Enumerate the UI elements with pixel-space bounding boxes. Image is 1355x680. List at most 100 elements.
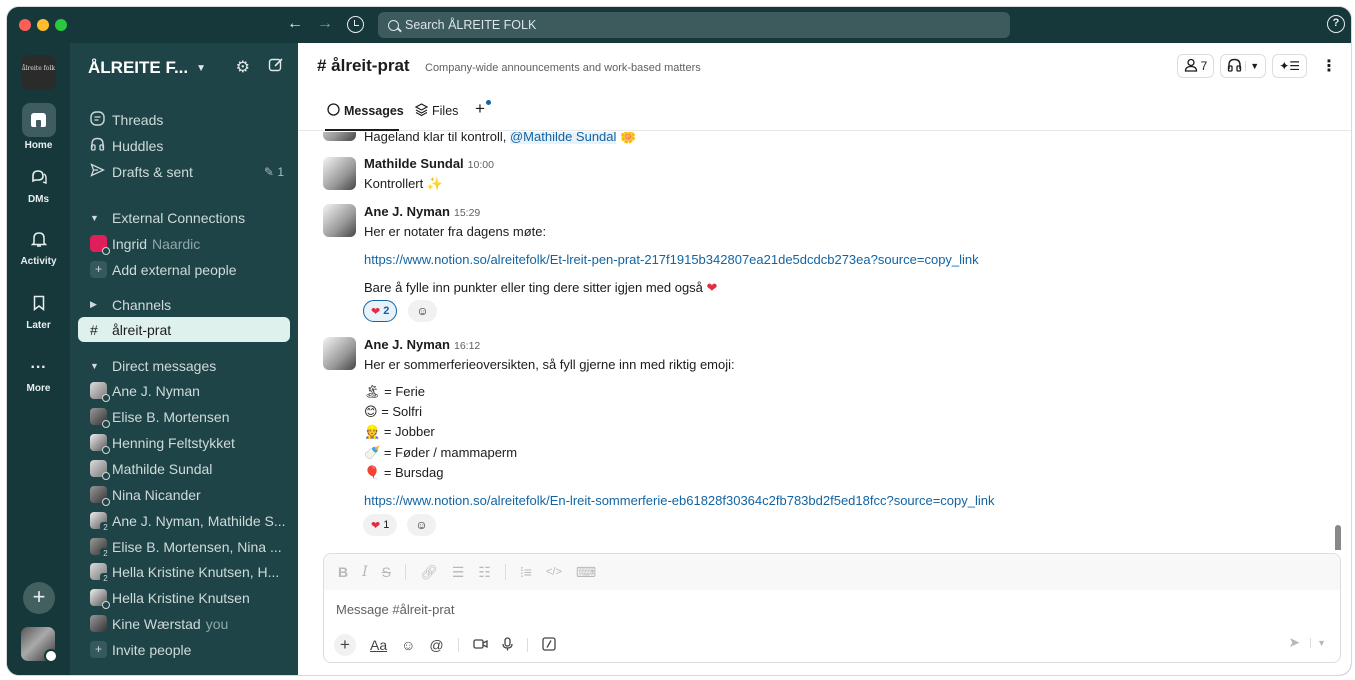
more-vertical-icon[interactable]: ⋮: [1319, 56, 1339, 76]
heart-icon: ❤: [371, 519, 381, 532]
dm-item[interactable]: Henning Feltstykket: [78, 430, 290, 455]
avatar[interactable]: [323, 204, 356, 237]
avatar[interactable]: [323, 157, 356, 190]
user-avatar[interactable]: [21, 627, 58, 663]
rail-activity[interactable]: Activity: [7, 229, 70, 267]
send-icon: [90, 163, 112, 180]
files-icon: [414, 103, 429, 119]
gear-icon[interactable]: ⚙: [236, 57, 250, 78]
add-external-people-button[interactable]: + Add external people: [78, 257, 290, 282]
legend-item: 🎈 = Bursdag: [364, 465, 444, 480]
sidebar-item-alreit-prat[interactable]: # ålreit-prat: [78, 317, 290, 342]
search-bar[interactable]: Search ÅLREITE FOLK: [378, 12, 1010, 38]
reaction-heart[interactable]: ❤ 2: [363, 300, 398, 322]
contact-name: Ingrid: [112, 235, 148, 252]
zoom-window-button[interactable]: [55, 19, 67, 31]
group-dm-item[interactable]: 2 Hella Kristine Knutsen, H...: [78, 559, 290, 584]
minimize-window-button[interactable]: [37, 19, 49, 31]
dm-item[interactable]: Ane J. Nyman: [78, 378, 290, 403]
back-arrow-icon[interactable]: ←: [287, 15, 303, 33]
video-icon[interactable]: [472, 637, 488, 653]
add-workspace-button[interactable]: +: [23, 582, 55, 614]
chevron-down-icon[interactable]: ▼: [196, 63, 206, 74]
scrollbar-thumb[interactable]: [1335, 525, 1341, 550]
timestamp[interactable]: 10:00: [468, 159, 494, 171]
mention-icon[interactable]: @: [429, 637, 443, 653]
sender-name[interactable]: Ane J. Nyman: [364, 204, 450, 219]
message-input[interactable]: Message #ålreit-prat: [336, 602, 455, 617]
chevron-down-icon[interactable]: ▼: [1310, 637, 1326, 648]
message-link[interactable]: https://www.notion.so/alreitefolk/En-lre…: [364, 493, 995, 508]
sidebar-item-huddles[interactable]: Huddles: [78, 133, 290, 158]
dm-item[interactable]: Elise B. Mortensen: [78, 404, 290, 429]
dm-name: Hella Kristine Knutsen, H...: [112, 563, 280, 580]
section-external-connections[interactable]: ▼ External Connections: [78, 205, 290, 230]
italic-icon[interactable]: I: [362, 564, 368, 580]
huddle-button[interactable]: ▼: [1220, 54, 1267, 78]
sender-name[interactable]: Mathilde Sundal: [364, 156, 464, 171]
link-icon[interactable]: 🔗︎: [420, 564, 438, 581]
forward-arrow-icon[interactable]: →: [317, 15, 333, 33]
timestamp[interactable]: 15:29: [454, 207, 480, 219]
invite-people-button[interactable]: + Invite people: [78, 637, 290, 662]
rail-more[interactable]: ··· More: [7, 356, 70, 394]
channel-header: # ålreit-prat Company-wide announcements…: [298, 43, 1351, 87]
rail-later[interactable]: Later: [7, 293, 70, 331]
close-window-button[interactable]: [19, 19, 31, 31]
group-dm-item[interactable]: 2 Ane J. Nyman, Mathilde S...: [78, 508, 290, 533]
section-channels[interactable]: ▶ Channels: [78, 292, 290, 317]
code-icon[interactable]: </>: [546, 566, 562, 578]
code-block-icon[interactable]: ⌨︎: [576, 564, 596, 581]
ordered-list-icon[interactable]: ☰: [452, 564, 465, 581]
add-reaction-button[interactable]: ☺: [407, 514, 436, 536]
send-icon[interactable]: ➤: [1288, 634, 1300, 651]
rail-dms[interactable]: DMs: [7, 167, 70, 205]
section-direct-messages[interactable]: ▼ Direct messages: [78, 353, 290, 378]
dm-name: Ane J. Nyman, Mathilde S...: [112, 512, 286, 529]
sidebar-item-ingrid[interactable]: Ingrid Naardic: [78, 231, 290, 256]
tab-messages[interactable]: Messages: [327, 103, 404, 119]
slash-command-icon[interactable]: [541, 636, 556, 654]
blockquote-icon[interactable]: ⁞≡: [520, 564, 532, 580]
user-mention[interactable]: @Mathilde Sundal: [509, 132, 617, 144]
workspace-name[interactable]: ÅLREITE F...: [88, 58, 188, 78]
strikethrough-icon[interactable]: S: [382, 564, 391, 580]
legend-item: 🏝 = Ferie: [364, 384, 425, 399]
history-icon[interactable]: [347, 15, 364, 33]
channel-title[interactable]: # ålreit-prat: [317, 56, 410, 76]
worker-emoji: 👷: [364, 424, 381, 439]
dm-item-self[interactable]: Kine Wærstad you: [78, 611, 290, 636]
you-label: you: [205, 615, 229, 632]
sidebar-item-drafts[interactable]: Drafts & sent ✎ 1: [78, 159, 290, 184]
timestamp[interactable]: 16:12: [454, 340, 480, 352]
dm-item[interactable]: Mathilde Sundal: [78, 456, 290, 481]
search-icon: [388, 19, 399, 31]
message-link[interactable]: https://www.notion.so/alreitefolk/Et-lre…: [364, 252, 979, 267]
rail-home[interactable]: Home: [7, 103, 70, 151]
sidebar-item-threads[interactable]: Threads: [78, 107, 290, 132]
dm-item[interactable]: Hella Kristine Knutsen: [78, 585, 290, 610]
format-text-icon[interactable]: Aa: [370, 637, 387, 653]
dm-item[interactable]: Nina Nicander: [78, 482, 290, 507]
compose-icon[interactable]: [268, 57, 284, 78]
help-icon[interactable]: ?: [1327, 15, 1345, 33]
bold-icon[interactable]: B: [338, 564, 348, 580]
chevron-down-icon[interactable]: ▼: [1245, 61, 1259, 71]
sender-name[interactable]: Ane J. Nyman: [364, 337, 450, 352]
bullet-list-icon[interactable]: ☷: [478, 564, 491, 581]
workspace-logo[interactable]: ålreite folk: [21, 55, 56, 90]
avatar[interactable]: [323, 337, 356, 370]
add-tab-button[interactable]: +: [475, 99, 491, 119]
workspace-header[interactable]: ÅLREITE F... ▼ ⚙: [88, 55, 290, 81]
plus-icon[interactable]: +: [334, 634, 356, 656]
tab-files[interactable]: Files: [414, 103, 458, 119]
group-dm-item[interactable]: 2 Elise B. Mortensen, Nina ...: [78, 534, 290, 559]
members-button[interactable]: 7: [1176, 54, 1215, 78]
send-controls: ➤ ▼: [1288, 634, 1326, 651]
ai-summary-button[interactable]: ✦☰: [1272, 54, 1307, 78]
reaction-heart[interactable]: ❤ 1: [363, 514, 398, 536]
avatar: [323, 132, 356, 141]
microphone-icon[interactable]: [501, 636, 513, 654]
add-reaction-button[interactable]: ☺: [408, 300, 437, 322]
emoji-icon[interactable]: ☺: [401, 637, 415, 653]
